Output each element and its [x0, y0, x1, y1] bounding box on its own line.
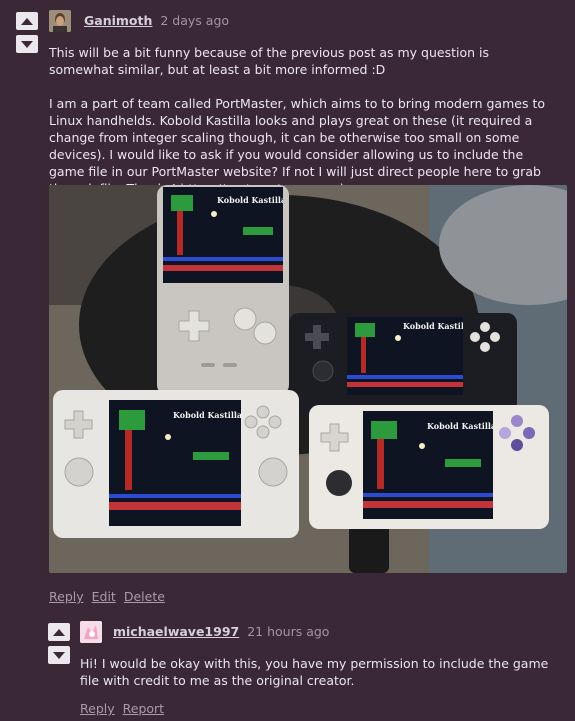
comment-meta: Ganimoth 2 days ago: [84, 13, 229, 28]
author-name[interactable]: Ganimoth: [84, 13, 152, 28]
arrow-down-icon: [53, 651, 65, 659]
vote-controls: [16, 12, 38, 58]
ground: [163, 265, 283, 271]
comment-paragraph: I am a part of team called PortMaster, w…: [49, 95, 557, 197]
author-name[interactable]: michaelwave1997: [113, 624, 239, 639]
upvote-button[interactable]: [16, 12, 38, 30]
vote-controls: [48, 623, 70, 669]
reply-link[interactable]: Reply: [49, 589, 84, 604]
game-title: Kobold Kastilla: [217, 195, 283, 205]
avatar-drawing: [80, 621, 102, 643]
edit-link[interactable]: Edit: [92, 589, 116, 604]
comment-paragraph: This will be a bit funny because of the …: [49, 45, 489, 77]
comment-body: Hi! I would be okay with this, you have …: [80, 655, 560, 689]
handheld-device: Kobold Kastilla: [289, 313, 517, 413]
downvote-button[interactable]: [48, 646, 70, 664]
arrow-up-icon: [53, 628, 65, 636]
device-screen: Kobold Kastilla: [163, 187, 283, 283]
comment-body: This will be a bit funny because of the …: [49, 44, 557, 197]
platform: [243, 227, 273, 235]
comment-paragraph: Hi! I would be okay with this, you have …: [80, 656, 549, 688]
reply-link[interactable]: Reply: [80, 701, 115, 716]
comment-actions: Reply Edit Delete: [49, 589, 173, 604]
water: [163, 257, 283, 261]
upvote-button[interactable]: [48, 623, 70, 641]
arrow-down-icon: [21, 40, 33, 48]
timestamp: 21 hours ago: [247, 624, 330, 639]
moon: [211, 211, 217, 217]
delete-link[interactable]: Delete: [124, 589, 165, 604]
downvote-button[interactable]: [16, 35, 38, 53]
report-link[interactable]: Report: [123, 701, 164, 716]
avatar-photo: [49, 10, 71, 32]
device-controls: [64, 405, 288, 487]
tree-trunk: [177, 211, 183, 255]
avatar[interactable]: [49, 10, 71, 32]
device-controls: [178, 307, 277, 367]
attached-photo[interactable]: Kobold Kastilla Kobold Kastilla: [49, 185, 567, 573]
comment-actions: Reply Report: [80, 701, 172, 716]
avatar[interactable]: [80, 621, 102, 643]
handheld-device: Kobold Kastilla: [53, 390, 299, 538]
arrow-up-icon: [21, 17, 33, 25]
device-controls: [320, 415, 535, 496]
handheld-device: Kobold Kastilla: [309, 405, 549, 529]
device-controls: [305, 322, 500, 382]
timestamp: 2 days ago: [160, 13, 230, 28]
handheld-device: Kobold Kastilla: [157, 185, 289, 395]
tree-canopy: [171, 195, 193, 211]
comment-meta: michaelwave1997 21 hours ago: [113, 624, 329, 639]
